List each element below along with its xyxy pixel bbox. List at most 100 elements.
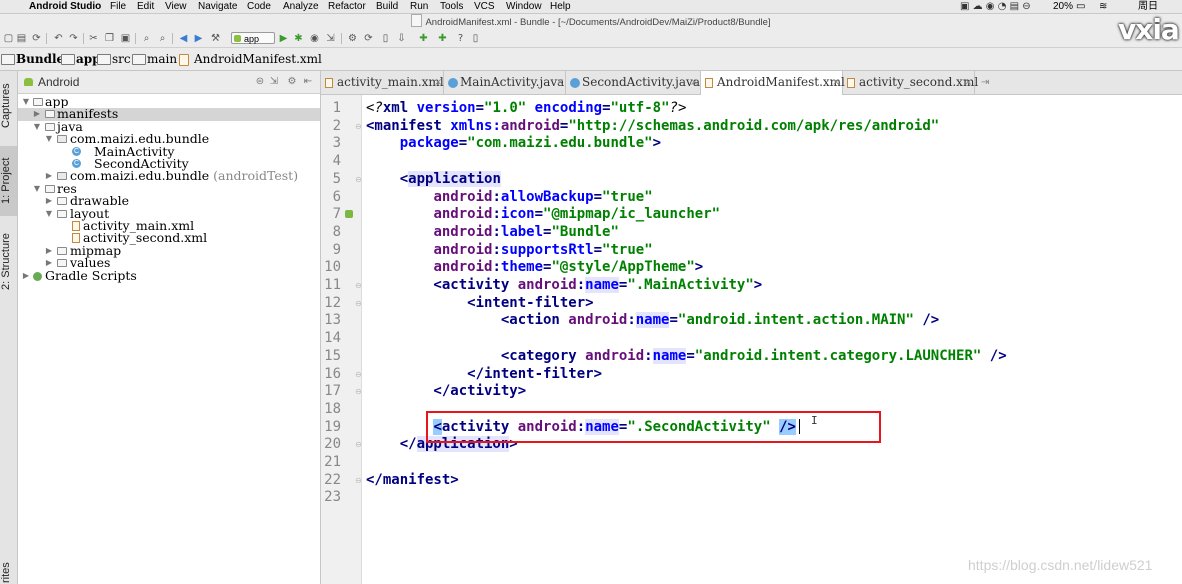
expand-arrow-icon[interactable]: ▼ — [44, 208, 54, 220]
debug-icon[interactable]: ✱ — [293, 33, 304, 44]
system-menubar: Android Studio File Edit View Navigate C… — [0, 0, 1182, 25]
fold-icon[interactable]: ⊖ — [355, 370, 362, 379]
coverage-icon[interactable]: ◉ — [309, 33, 320, 44]
battery-icon[interactable]: ▭ — [1076, 0, 1085, 13]
expand-arrow-icon[interactable]: ▼ — [32, 121, 42, 133]
collapse-arrow-icon[interactable]: ▶ — [32, 108, 42, 120]
run-icon[interactable]: ▶ — [278, 33, 289, 44]
close-icon[interactable]: × — [556, 71, 564, 94]
breadcrumb-item-app[interactable]: app› — [60, 51, 107, 67]
save-icon[interactable]: ▤ — [16, 33, 27, 44]
tab-activity-main-xml[interactable]: activity_main.xml × — [321, 71, 444, 94]
cut-icon[interactable]: ✂ — [88, 33, 99, 44]
collapse-icon[interactable]: ⇲ — [268, 75, 280, 89]
tree-item-res[interactable]: ▼ res — [18, 182, 320, 195]
hide-panel-icon[interactable]: ⇤ — [302, 75, 314, 89]
collapse-arrow-icon[interactable]: ▶ — [21, 270, 31, 282]
close-icon[interactable]: × — [434, 71, 442, 94]
breadcrumb-item-src[interactable]: src› — [96, 51, 137, 67]
help-icon[interactable]: ? — [455, 33, 466, 44]
expand-arrow-icon[interactable]: ▼ — [44, 133, 54, 145]
device-preview-icon[interactable]: ▯ — [470, 33, 481, 44]
status-icons[interactable]: ▣ ☁ ◉ ◔ ▤ ⊖ — [960, 0, 1031, 13]
menu-vcs[interactable]: VCS — [474, 0, 495, 13]
breadcrumb-item-main[interactable]: main› — [131, 51, 183, 67]
open-icon[interactable]: ▢ — [3, 33, 14, 44]
fold-icon[interactable]: ⊖ — [355, 175, 362, 184]
collapse-arrow-icon[interactable]: ▶ — [44, 195, 54, 207]
line-number: 2 — [332, 117, 341, 134]
tab-androidmanifest-xml[interactable]: AndroidManifest.xml × — [701, 71, 845, 95]
menu-code[interactable]: Code — [247, 0, 271, 13]
file-icon — [179, 54, 189, 66]
fold-icon[interactable]: ⊖ — [355, 299, 362, 308]
code-line: android:supportsRtl="true" — [433, 241, 653, 258]
replace-icon[interactable]: ⌕ — [157, 33, 168, 44]
breadcrumb-item-manifest[interactable]: AndroidManifest.xml — [178, 51, 322, 67]
run-config-select[interactable]: app — [231, 32, 275, 44]
gear-icon[interactable]: ⚙ — [286, 75, 298, 89]
android-device-icon[interactable]: ✚ — [437, 33, 448, 44]
line-number: 21 — [324, 454, 341, 470]
collapse-arrow-icon[interactable]: ▶ — [44, 245, 54, 257]
line-number: 11 — [324, 277, 341, 293]
menu-window[interactable]: Window — [506, 0, 542, 13]
tree-item-gradle-scripts[interactable]: ▶ Gradle Scripts — [18, 269, 320, 282]
close-icon[interactable]: × — [964, 71, 972, 94]
tab-captures[interactable]: Captures — [0, 76, 17, 136]
menu-app-name[interactable]: Android Studio — [29, 0, 101, 13]
fold-icon[interactable]: ⊖ — [355, 387, 362, 396]
menu-help[interactable]: Help — [550, 0, 571, 13]
menu-file[interactable]: File — [110, 0, 126, 13]
menu-navigate[interactable]: Navigate — [198, 0, 237, 13]
sync-scroll-icon[interactable]: ⊜ — [254, 75, 266, 89]
tab-label: MainActivity.java — [460, 75, 565, 89]
copy-icon[interactable]: ❐ — [104, 33, 115, 44]
project-view-select[interactable]: Android — [24, 75, 79, 89]
sdk-manager-icon[interactable]: ⇩ — [396, 33, 407, 44]
wifi-icon[interactable]: ≋ — [1099, 0, 1107, 13]
tab-structure[interactable]: 2: Structure — [0, 221, 17, 303]
tab-secondactivity-java[interactable]: SecondActivity.java × — [566, 71, 701, 94]
project-structure-icon[interactable]: ⚙ — [347, 33, 358, 44]
tab-project[interactable]: 1: Project — [0, 146, 17, 216]
collapse-arrow-icon[interactable]: ▶ — [44, 170, 54, 182]
expand-arrow-icon[interactable]: ▼ — [21, 96, 31, 108]
menu-build[interactable]: Build — [376, 0, 398, 13]
fold-icon[interactable]: ⊖ — [355, 476, 362, 485]
menu-analyze[interactable]: Analyze — [283, 0, 319, 13]
menu-view[interactable]: View — [165, 0, 187, 13]
tab-overflow-icon[interactable]: ⇥ — [981, 71, 989, 94]
code-editor[interactable]: <?xml version="1.0" encoding="utf-8"?> <… — [362, 95, 1182, 584]
make-project-icon[interactable]: ⚒ — [210, 33, 221, 44]
fold-icon[interactable]: ⊖ — [355, 281, 362, 290]
forward-icon[interactable]: ▶ — [193, 33, 204, 44]
find-icon[interactable]: ⌕ — [141, 33, 152, 44]
android-launcher-icon[interactable] — [345, 210, 353, 218]
paste-icon[interactable]: ▣ — [120, 33, 131, 44]
close-icon[interactable]: × — [690, 71, 698, 94]
expand-arrow-icon[interactable]: ▼ — [32, 183, 42, 195]
sync-icon[interactable]: ⟳ — [31, 33, 42, 44]
redo-icon[interactable]: ↷ — [68, 33, 79, 44]
tab-favorites[interactable]: rites — [0, 561, 17, 584]
menu-tools[interactable]: Tools — [440, 0, 463, 13]
tree-item-mipmap[interactable]: ▶ mipmap — [18, 244, 320, 257]
undo-icon[interactable]: ↶ — [53, 33, 64, 44]
android-monitor-icon[interactable]: ✚ — [418, 33, 429, 44]
close-icon[interactable]: × — [832, 71, 840, 94]
attach-debugger-icon[interactable]: ⇲ — [325, 33, 336, 44]
fold-icon[interactable]: ⊖ — [355, 440, 362, 449]
avd-manager-icon[interactable]: ▯ — [380, 33, 391, 44]
menu-edit[interactable]: Edit — [137, 0, 154, 13]
tree-item-activity-second-xml[interactable]: activity_second.xml — [18, 231, 320, 244]
tab-mainactivity-java[interactable]: MainActivity.java × — [444, 71, 566, 94]
menu-run[interactable]: Run — [410, 0, 428, 13]
breadcrumb-item-bundle[interactable]: Bundle› — [0, 51, 70, 67]
fold-icon[interactable]: ⊖ — [355, 122, 362, 131]
tab-activity-second-xml[interactable]: activity_second.xml × — [843, 71, 978, 94]
back-icon[interactable]: ◀ — [178, 33, 189, 44]
menu-refactor[interactable]: Refactor — [328, 0, 366, 13]
gradle-sync-icon[interactable]: ⟳ — [363, 33, 374, 44]
tree-item-drawable[interactable]: ▶ drawable — [18, 194, 320, 207]
